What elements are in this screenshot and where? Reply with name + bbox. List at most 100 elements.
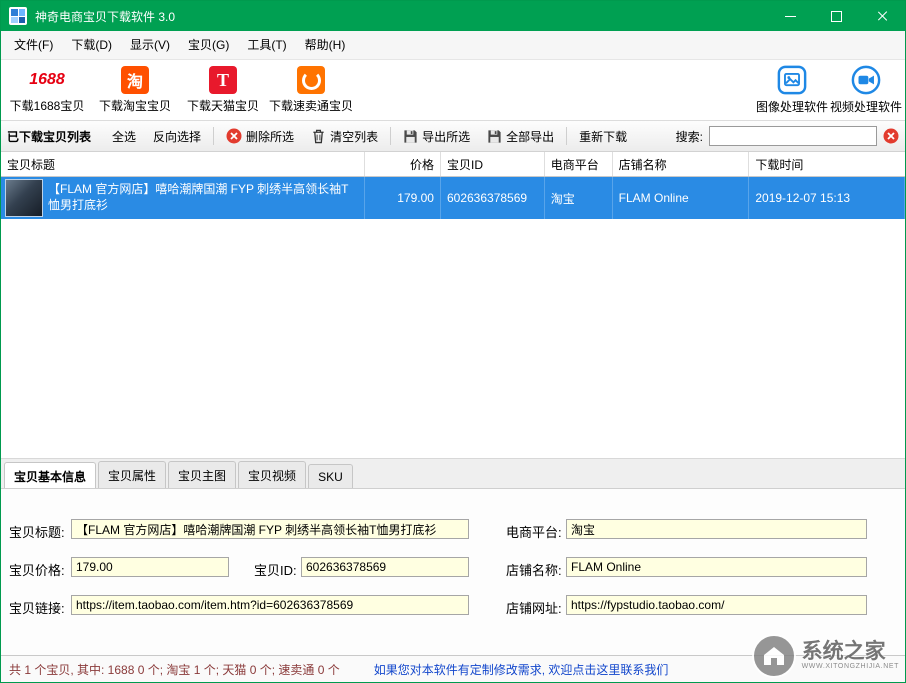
platform-label: 电商平台: <box>506 522 562 541</box>
invert-selection-button[interactable]: 反向选择 <box>145 124 209 149</box>
shop-name-label: 店铺名称: <box>506 560 562 579</box>
search-label: 搜索: <box>676 128 703 145</box>
column-header-price[interactable]: 价格 <box>365 152 441 176</box>
maximize-icon <box>831 11 842 22</box>
table-header: 宝贝标题 价格 宝贝ID 电商平台 店铺名称 下载时间 <box>1 152 905 177</box>
clear-list-button[interactable]: 清空列表 <box>303 124 386 149</box>
minimize-button[interactable] <box>767 1 813 31</box>
select-all-label: 全选 <box>112 128 136 145</box>
cell-platform: 淘宝 <box>545 177 613 219</box>
download-1688-label: 下载1688宝贝 <box>10 97 85 114</box>
shop-name-field[interactable] <box>566 557 867 577</box>
tab-basic-info[interactable]: 宝贝基本信息 <box>4 462 96 489</box>
delete-selected-label: 删除所选 <box>246 128 294 145</box>
product-title: 【FLAM 官方网店】嘻哈潮牌国潮 FYP 刺绣半高领长袖T恤男打底衫 <box>48 182 360 213</box>
shop-url-field[interactable] <box>566 595 867 615</box>
main-toolbar: 1688 下载1688宝贝 淘 下载淘宝宝贝 T 下载天猫宝贝 下载速卖通宝贝 … <box>1 60 905 121</box>
trash-icon <box>311 128 326 144</box>
statusbar: 共 1 个宝贝, 其中: 1688 0 个; 淘宝 1 个; 天猫 0 个; 速… <box>1 655 905 682</box>
price-label: 宝贝价格: <box>9 560 65 579</box>
download-aliexpress-label: 下载速卖通宝贝 <box>269 97 353 114</box>
video-software-label: 视频处理软件 <box>830 98 902 115</box>
tab-attributes[interactable]: 宝贝属性 <box>98 461 166 488</box>
export-all-label: 全部导出 <box>506 128 554 145</box>
1688-icon: 1688 <box>29 66 65 94</box>
table-row[interactable]: 【FLAM 官方网店】嘻哈潮牌国潮 FYP 刺绣半高领长袖T恤男打底衫 179.… <box>1 177 905 219</box>
image-software-button[interactable]: 图像处理软件 <box>755 62 829 118</box>
column-header-platform[interactable]: 电商平台 <box>545 152 613 176</box>
video-software-button[interactable]: 视频处理软件 <box>829 62 903 118</box>
menu-item-tools[interactable]: 工具(T) <box>238 34 295 56</box>
search-clear-button[interactable] <box>883 128 899 144</box>
save-icon <box>403 129 418 144</box>
titlebar: 神奇电商宝贝下载软件 3.0 <box>1 1 905 31</box>
downloaded-list-label: 已下载宝贝列表 <box>7 128 91 145</box>
separator <box>566 127 567 145</box>
download-aliexpress-button[interactable]: 下载速卖通宝贝 <box>267 62 355 118</box>
menu-item-help[interactable]: 帮助(H) <box>296 34 355 56</box>
tab-main-images[interactable]: 宝贝主图 <box>168 461 236 488</box>
video-software-icon <box>851 65 881 95</box>
image-software-label: 图像处理软件 <box>756 98 828 115</box>
cell-time: 2019-12-07 15:13 <box>749 177 905 219</box>
download-taobao-button[interactable]: 淘 下载淘宝宝贝 <box>91 62 179 118</box>
taobao-icon: 淘 <box>121 66 149 94</box>
clear-list-label: 清空列表 <box>330 128 378 145</box>
product-link-label: 宝贝链接: <box>9 598 65 617</box>
download-tmall-button[interactable]: T 下载天猫宝贝 <box>179 62 267 118</box>
cell-shop: FLAM Online <box>613 177 750 219</box>
column-header-shop[interactable]: 店铺名称 <box>613 152 750 176</box>
platform-field[interactable] <box>566 519 867 539</box>
product-id-label: 宝贝ID: <box>254 560 297 579</box>
tab-video[interactable]: 宝贝视频 <box>238 461 306 488</box>
cell-id: 602636378569 <box>441 177 545 219</box>
shop-url-label: 店铺网址: <box>506 598 562 617</box>
export-all-button[interactable]: 全部导出 <box>479 124 562 149</box>
column-header-id[interactable]: 宝贝ID <box>441 152 545 176</box>
cell-price: 179.00 <box>365 177 441 219</box>
minimize-icon <box>785 16 796 17</box>
window-title: 神奇电商宝贝下载软件 3.0 <box>35 8 767 25</box>
menu-item-download[interactable]: 下载(D) <box>62 34 121 56</box>
image-software-icon <box>777 65 807 95</box>
separator <box>390 127 391 145</box>
downloaded-items-table: 宝贝标题 价格 宝贝ID 电商平台 店铺名称 下载时间 【FLAM 官方网店】嘻… <box>1 152 905 458</box>
list-actionbar: 已下载宝贝列表 全选 反向选择 删除所选 清空列表 导出所选 全部导出 重新下载… <box>1 121 905 152</box>
table-empty-area <box>1 219 905 458</box>
cell-title: 【FLAM 官方网店】嘻哈潮牌国潮 FYP 刺绣半高领长袖T恤男打底衫 <box>1 177 365 219</box>
menu-item-view[interactable]: 显示(V) <box>121 34 179 56</box>
menu-item-goods[interactable]: 宝贝(G) <box>179 34 238 56</box>
search-area: 搜索: <box>676 126 899 146</box>
redownload-button[interactable]: 重新下载 <box>571 124 635 149</box>
aliexpress-icon <box>297 66 325 94</box>
search-input[interactable] <box>709 126 877 146</box>
invert-selection-label: 反向选择 <box>153 128 201 145</box>
column-header-title[interactable]: 宝贝标题 <box>1 152 365 176</box>
delete-selected-button[interactable]: 删除所选 <box>218 124 302 149</box>
product-link-field[interactable] <box>71 595 469 615</box>
maximize-button[interactable] <box>813 1 859 31</box>
product-title-label: 宝贝标题: <box>9 522 65 541</box>
window-controls <box>767 1 905 31</box>
product-title-field[interactable] <box>71 519 469 539</box>
detail-tabstrip: 宝贝基本信息 宝贝属性 宝贝主图 宝贝视频 SKU <box>1 458 905 488</box>
select-all-button[interactable]: 全选 <box>104 124 144 149</box>
app-logo-icon <box>9 7 27 25</box>
column-header-time[interactable]: 下载时间 <box>749 152 905 176</box>
delete-icon <box>226 128 242 144</box>
export-selected-button[interactable]: 导出所选 <box>395 124 478 149</box>
close-icon <box>876 10 888 22</box>
redownload-label: 重新下载 <box>579 128 627 145</box>
menubar: 文件(F) 下载(D) 显示(V) 宝贝(G) 工具(T) 帮助(H) <box>1 31 905 60</box>
download-taobao-label: 下载淘宝宝贝 <box>99 97 171 114</box>
download-1688-button[interactable]: 1688 下载1688宝贝 <box>3 62 91 118</box>
app-window: 神奇电商宝贝下载软件 3.0 文件(F) 下载(D) 显示(V) 宝贝(G) 工… <box>0 0 906 683</box>
product-id-field[interactable] <box>301 557 469 577</box>
tab-sku[interactable]: SKU <box>308 464 353 488</box>
separator <box>213 127 214 145</box>
menu-item-file[interactable]: 文件(F) <box>5 34 62 56</box>
price-field[interactable] <box>71 557 229 577</box>
export-selected-label: 导出所选 <box>422 128 470 145</box>
contact-link[interactable]: 如果您对本软件有定制修改需求, 欢迎点击这里联系我们 <box>374 661 669 678</box>
close-button[interactable] <box>859 1 905 31</box>
